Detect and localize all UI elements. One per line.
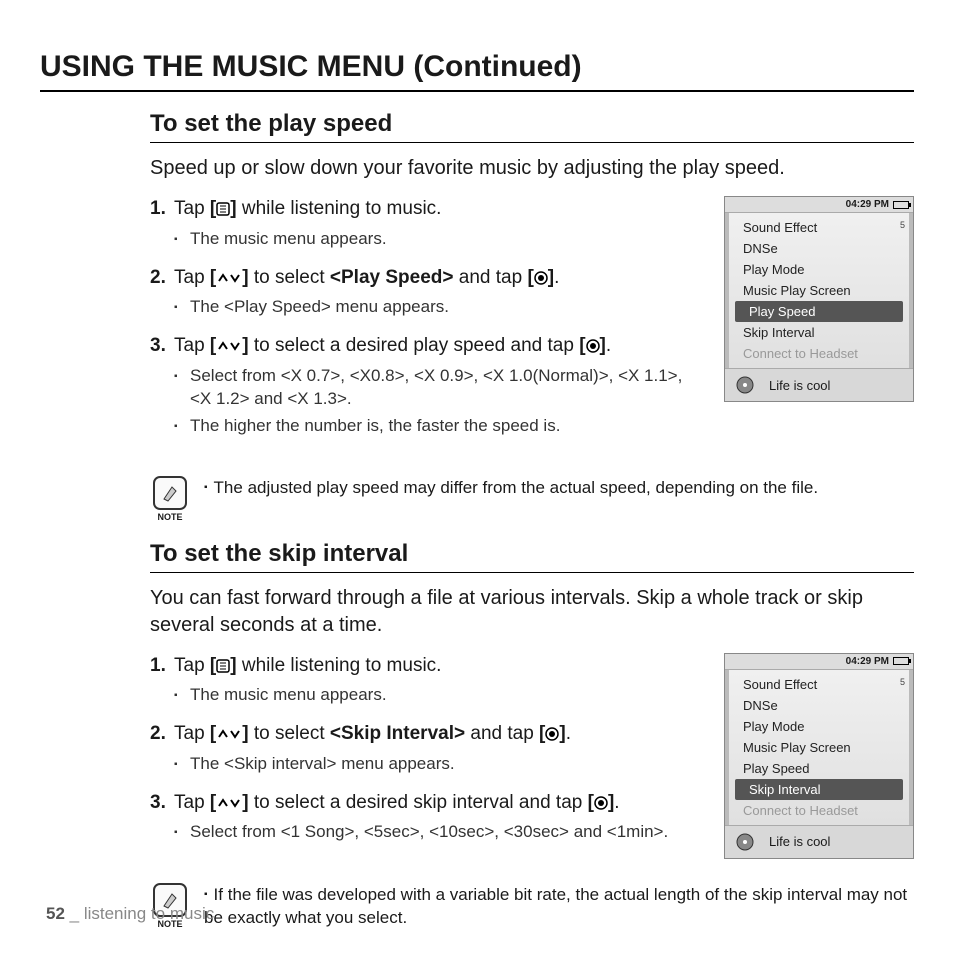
now-playing-title: Life is cool bbox=[769, 834, 830, 849]
step-number: 2. bbox=[150, 721, 166, 747]
substep: Select from <X 0.7>, <X0.8>, <X 0.9>, <X… bbox=[174, 365, 706, 411]
menu-icon bbox=[216, 200, 230, 218]
step-2: 2. Tap [] to select <Play Speed> and tap… bbox=[150, 265, 706, 320]
step-text: to select bbox=[249, 267, 330, 288]
note-label: NOTE bbox=[157, 512, 182, 522]
note-block: NOTE If the file was developed with a va… bbox=[150, 883, 914, 931]
steps-list: 1. Tap [] while listening to music. The … bbox=[150, 653, 706, 845]
select-icon bbox=[534, 269, 548, 287]
menu-item: Sound Effect bbox=[729, 674, 909, 695]
status-bar: 04:29 PM bbox=[725, 654, 913, 670]
substep: The higher the number is, the faster the… bbox=[174, 415, 706, 438]
menu-item: DNSe bbox=[729, 695, 909, 716]
chapter-name: listening to music bbox=[84, 904, 214, 923]
step-text: and tap bbox=[465, 723, 539, 744]
step-1: 1. Tap [] while listening to music. The … bbox=[150, 196, 706, 251]
status-time: 04:29 PM bbox=[846, 656, 889, 667]
note-text: If the file was developed with a variabl… bbox=[204, 885, 907, 928]
menu-item: Play Mode bbox=[729, 716, 909, 737]
menu-item: Play Mode bbox=[729, 259, 909, 280]
step-text: . bbox=[566, 723, 571, 744]
step-text: Tap bbox=[174, 792, 210, 813]
select-icon bbox=[545, 725, 559, 743]
step-text: Tap bbox=[174, 655, 210, 676]
now-playing-title: Life is cool bbox=[769, 378, 830, 393]
disc-icon bbox=[733, 832, 761, 852]
step-text: Tap bbox=[174, 198, 210, 219]
disc-icon bbox=[733, 375, 761, 395]
menu-item-selected: Skip Interval bbox=[735, 779, 903, 800]
substep: The <Play Speed> menu appears. bbox=[174, 296, 706, 319]
step-text: to select bbox=[249, 723, 330, 744]
menu-item: Sound Effect bbox=[729, 217, 909, 238]
device-menu: Sound Effect DNSe Play Mode Music Play S… bbox=[725, 213, 913, 368]
step-text: Tap bbox=[174, 723, 210, 744]
section-intro: You can fast forward through a file at v… bbox=[150, 585, 914, 639]
step-bold: <Play Speed> bbox=[330, 267, 454, 288]
step-number: 2. bbox=[150, 265, 166, 291]
note-icon bbox=[153, 476, 187, 510]
step-text: and tap bbox=[453, 267, 527, 288]
menu-item-selected: Play Speed bbox=[735, 301, 903, 322]
step-text: while listening to music. bbox=[237, 655, 442, 676]
menu-item-disabled: Connect to Headset bbox=[729, 800, 909, 821]
note-text: The adjusted play speed may differ from … bbox=[204, 478, 818, 497]
menu-item: Play Speed bbox=[729, 758, 909, 779]
section-title: To set the skip interval bbox=[150, 540, 914, 573]
updown-icon bbox=[216, 337, 242, 355]
step-number: 1. bbox=[150, 653, 166, 679]
note-block: NOTE The adjusted play speed may differ … bbox=[150, 476, 914, 522]
substep: The <Skip interval> menu appears. bbox=[174, 753, 706, 776]
page-number: 52 bbox=[46, 904, 65, 923]
substep: Select from <1 Song>, <5sec>, <10sec>, <… bbox=[174, 821, 706, 844]
updown-icon bbox=[216, 794, 242, 812]
menu-item: DNSe bbox=[729, 238, 909, 259]
section-title: To set the play speed bbox=[150, 110, 914, 143]
status-time: 04:29 PM bbox=[846, 199, 889, 210]
step-text: while listening to music. bbox=[237, 198, 442, 219]
page-footer: 52 _ listening to music bbox=[46, 904, 214, 924]
now-playing-bar: Life is cool bbox=[725, 825, 913, 858]
menu-item: Music Play Screen bbox=[729, 280, 909, 301]
step-text: to select a desired skip interval and ta… bbox=[249, 792, 588, 813]
steps-list: 1. Tap [] while listening to music. The … bbox=[150, 196, 706, 438]
page-title: USING THE MUSIC MENU (Continued) bbox=[40, 50, 914, 92]
step-bold: <Skip Interval> bbox=[330, 723, 465, 744]
step-text: . bbox=[606, 335, 611, 356]
now-playing-bar: Life is cool bbox=[725, 368, 913, 401]
updown-icon bbox=[216, 269, 242, 287]
step-text: to select a desired play speed and tap bbox=[249, 335, 580, 356]
step-1: 1. Tap [] while listening to music. The … bbox=[150, 653, 706, 708]
step-number: 3. bbox=[150, 790, 166, 816]
step-number: 1. bbox=[150, 196, 166, 222]
updown-icon bbox=[216, 725, 242, 743]
select-icon bbox=[586, 337, 600, 355]
menu-item: Music Play Screen bbox=[729, 737, 909, 758]
step-2: 2. Tap [] to select <Skip Interval> and … bbox=[150, 721, 706, 776]
footer-sep: _ bbox=[65, 904, 84, 923]
section-intro: Speed up or slow down your favorite musi… bbox=[150, 155, 914, 182]
step-3: 3. Tap [] to select a desired skip inter… bbox=[150, 790, 706, 845]
step-text: Tap bbox=[174, 335, 210, 356]
device-menu: Sound Effect DNSe Play Mode Music Play S… bbox=[725, 670, 913, 825]
section-skip-interval: To set the skip interval You can fast fo… bbox=[150, 540, 914, 859]
substep: The music menu appears. bbox=[174, 228, 706, 251]
step-number: 3. bbox=[150, 333, 166, 359]
step-3: 3. Tap [] to select a desired play speed… bbox=[150, 333, 706, 437]
battery-icon bbox=[893, 657, 909, 665]
battery-icon bbox=[893, 201, 909, 209]
section-play-speed: To set the play speed Speed up or slow d… bbox=[150, 110, 914, 452]
device-screenshot: 04:29 PM Sound Effect DNSe Play Mode Mus… bbox=[724, 196, 914, 402]
status-bar: 04:29 PM bbox=[725, 197, 913, 213]
menu-icon bbox=[216, 657, 230, 675]
substep: The music menu appears. bbox=[174, 684, 706, 707]
step-text: . bbox=[554, 267, 559, 288]
step-text: Tap bbox=[174, 267, 210, 288]
device-screenshot: 04:29 PM Sound Effect DNSe Play Mode Mus… bbox=[724, 653, 914, 859]
select-icon bbox=[594, 794, 608, 812]
menu-item-disabled: Connect to Headset bbox=[729, 343, 909, 364]
menu-item: Skip Interval bbox=[729, 322, 909, 343]
step-text: . bbox=[614, 792, 619, 813]
